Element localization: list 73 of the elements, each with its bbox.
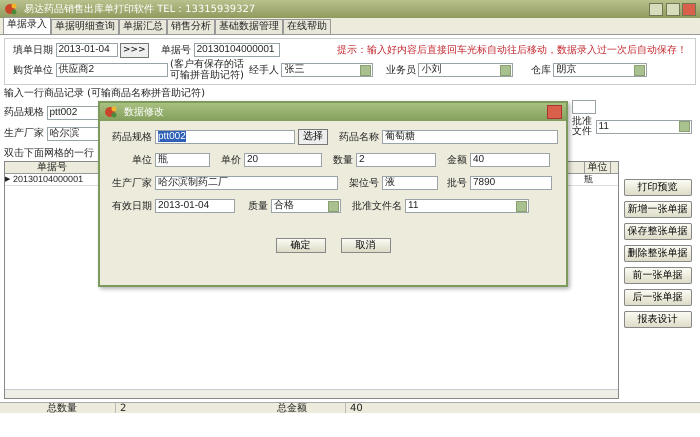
table-cell-text: 瓶: [584, 174, 594, 185]
text-field[interactable]: 40: [470, 153, 550, 167]
toolbar-button[interactable]: 删除整张单据: [624, 245, 692, 262]
window-title: 易达药品销售出库单打印软件 TEL：13315939327: [24, 2, 256, 16]
text-field[interactable]: ptt002: [155, 130, 295, 144]
tab[interactable]: 基础数据管理: [215, 19, 283, 34]
note-text: 可输拼音助记符): [170, 70, 244, 81]
field-label: 批准文件名: [351, 200, 402, 214]
total-value: 2: [115, 403, 230, 413]
minimize-button[interactable]: [649, 2, 663, 16]
close-button[interactable]: [547, 105, 562, 119]
field-label: 架位号: [348, 176, 379, 190]
tab[interactable]: 单据明细查询: [51, 19, 119, 34]
text-field[interactable]: 20: [244, 153, 322, 167]
text-field[interactable]: [572, 100, 596, 114]
order-number-field[interactable]: 20130104000001: [194, 43, 280, 57]
tab[interactable]: 单据汇总: [119, 19, 167, 34]
choose-button[interactable]: 选择: [298, 129, 328, 145]
tab[interactable]: 单据录入: [3, 17, 51, 34]
toolbar-button[interactable]: 后一张单据: [624, 289, 692, 306]
field-label: 数量: [332, 154, 353, 168]
field-label: 填单日期: [13, 44, 53, 58]
field-label: 单据号: [161, 44, 192, 58]
field-label: 药品名称: [338, 130, 379, 144]
close-button[interactable]: [682, 2, 696, 16]
dropdown-field[interactable]: 11: [405, 199, 529, 213]
text-field[interactable]: 葡萄糖: [382, 130, 558, 144]
section-title: 输入一行商品记录 (可输商品名称拼音助记符): [4, 86, 206, 101]
text-field[interactable]: 2013-01-04: [155, 199, 235, 213]
note-text: (客户有保存的话: [170, 59, 244, 70]
text-field[interactable]: 瓶: [155, 153, 210, 167]
field-label: 购货单位: [13, 64, 53, 78]
total-value: 40: [345, 403, 460, 413]
field-label: 质量: [247, 200, 268, 214]
approval-select[interactable]: 11: [596, 120, 692, 134]
dialog-button[interactable]: 取消: [340, 238, 390, 253]
tab[interactable]: 销售分析: [167, 19, 215, 34]
tab[interactable]: 在线帮助: [283, 19, 331, 34]
field-label: 批准文件: [572, 116, 593, 136]
table-cell: 20130104000001: [13, 174, 84, 185]
total-label: 总金额: [276, 403, 308, 413]
maximize-button[interactable]: [666, 2, 680, 16]
column-header: 单位: [584, 162, 610, 173]
column-header: 单据号: [36, 162, 68, 173]
field-label: 药品规格: [4, 106, 44, 120]
toolbar-button[interactable]: 报表设计: [624, 311, 692, 328]
dialog-button[interactable]: 确定: [276, 238, 326, 253]
field-label: 有效日期: [111, 200, 152, 214]
field-label: 生产厂家: [111, 176, 152, 190]
field-label: 金额: [446, 154, 467, 168]
toolbar-button[interactable]: 保存整张单据: [624, 223, 692, 240]
total-label: 总数量: [46, 403, 78, 413]
field-label: 经手人: [248, 64, 279, 78]
field-label: 生产厂家: [4, 126, 44, 141]
field-label: 批号: [446, 176, 467, 190]
field-label: 仓库: [530, 64, 551, 78]
date-field[interactable]: 2013-01-04: [56, 43, 118, 57]
dialog-title: 数据修改: [124, 106, 164, 120]
toolbar-button[interactable]: 打印预览: [624, 179, 692, 196]
text-field[interactable]: 2: [356, 153, 436, 167]
field-label: 业务员: [386, 64, 416, 78]
app-logo-icon: [4, 2, 18, 16]
field-label: 单价: [220, 154, 241, 168]
toolbar-button[interactable]: 新增一张单据: [624, 201, 692, 218]
date-picker-button[interactable]: >>>: [120, 42, 149, 58]
text-field[interactable]: 7890: [470, 176, 552, 190]
toolbar-button[interactable]: 前一张单据: [624, 267, 692, 284]
handler-select[interactable]: 张三: [281, 63, 374, 77]
dropdown-field[interactable]: 合格: [271, 199, 341, 213]
app-logo-icon: [104, 105, 118, 119]
field-label: 单位: [131, 154, 152, 168]
hint-text: 提示：输入好内容后直接回车光标自动往后移动，数据录入过一次后自动保存！: [337, 44, 687, 58]
grid-caption: 双击下面网格的一行: [4, 146, 94, 161]
